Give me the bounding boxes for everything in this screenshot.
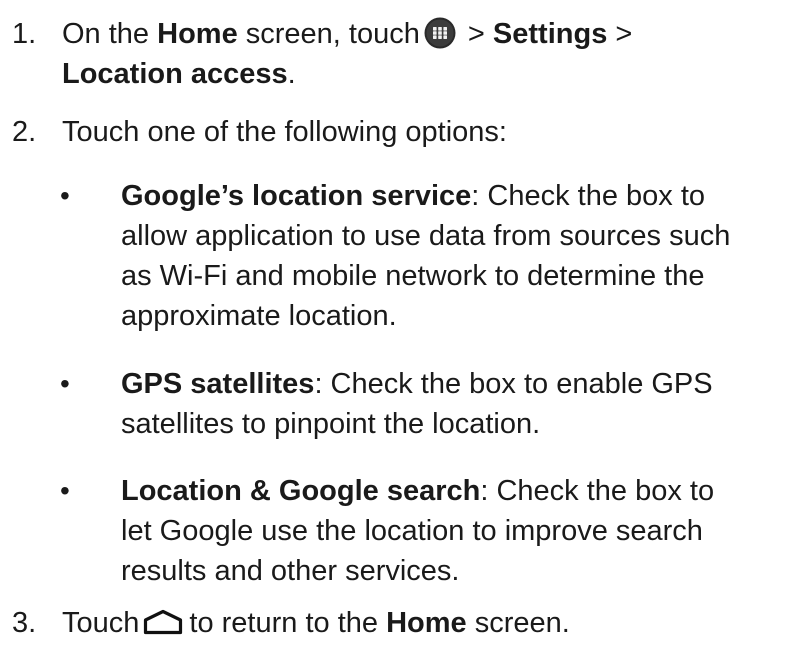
step-text: Touch to return to the Home screen. xyxy=(62,603,782,643)
text-run: > xyxy=(459,18,493,50)
step-text: Touch one of the following options: xyxy=(62,116,507,148)
option-line: approximate location. xyxy=(121,300,397,332)
step-line: On the Home screen, touch > Settings > xyxy=(62,14,782,54)
text-run: screen, touch xyxy=(237,18,420,50)
text-run: > xyxy=(607,18,633,50)
step-text: On the Home screen, touch > Settings > L… xyxy=(62,14,782,94)
bullet: • xyxy=(60,475,70,506)
step-number: 2. xyxy=(12,116,37,148)
option-text: GPS satellites: Check the box to enable … xyxy=(121,364,786,444)
text-run: Touch xyxy=(62,607,140,639)
option-line: satellites to pinpoint the location. xyxy=(121,408,541,440)
option-title: Google’s location service xyxy=(121,180,472,212)
apps-grid-icon xyxy=(424,17,456,49)
instruction-page: 1. On the Home screen, touch > Settings … xyxy=(0,0,795,654)
option-text: Google’s location service: Check the box… xyxy=(121,176,786,336)
option-line: Location & Google search: Check the box … xyxy=(121,471,786,511)
bullet: • xyxy=(60,368,70,399)
option-line: as Wi-Fi and mobile network to determine… xyxy=(121,260,705,292)
text-run: : Check the box to xyxy=(480,475,715,507)
step-number: 1. xyxy=(12,18,37,50)
home-outline-icon xyxy=(144,609,183,635)
option-text: Location & Google search: Check the box … xyxy=(121,471,786,591)
option-title: GPS satellites xyxy=(121,368,315,400)
text-run: screen. xyxy=(466,607,570,639)
option-title: Location & Google search xyxy=(121,475,481,507)
option-line: allow application to use data from sourc… xyxy=(121,220,731,252)
option-line: GPS satellites: Check the box to enable … xyxy=(121,364,786,404)
step-number: 3. xyxy=(12,607,37,639)
location-access-label: Location access xyxy=(62,58,288,90)
text-run: : Check the box to enable GPS xyxy=(314,368,713,400)
home-label: Home xyxy=(386,607,467,639)
home-label: Home xyxy=(157,18,238,50)
text-run: On the xyxy=(62,18,158,50)
option-line: results and other services. xyxy=(121,555,460,587)
option-line: let Google use the location to improve s… xyxy=(121,515,703,547)
text-run: . xyxy=(287,58,296,90)
text-run: : Check the box to xyxy=(471,180,706,212)
bullet: • xyxy=(60,180,70,211)
step-line: Location access. xyxy=(62,54,782,94)
option-line: Google’s location service: Check the box… xyxy=(121,176,786,216)
settings-label: Settings xyxy=(492,18,608,50)
text-run: to return to the xyxy=(189,607,387,639)
